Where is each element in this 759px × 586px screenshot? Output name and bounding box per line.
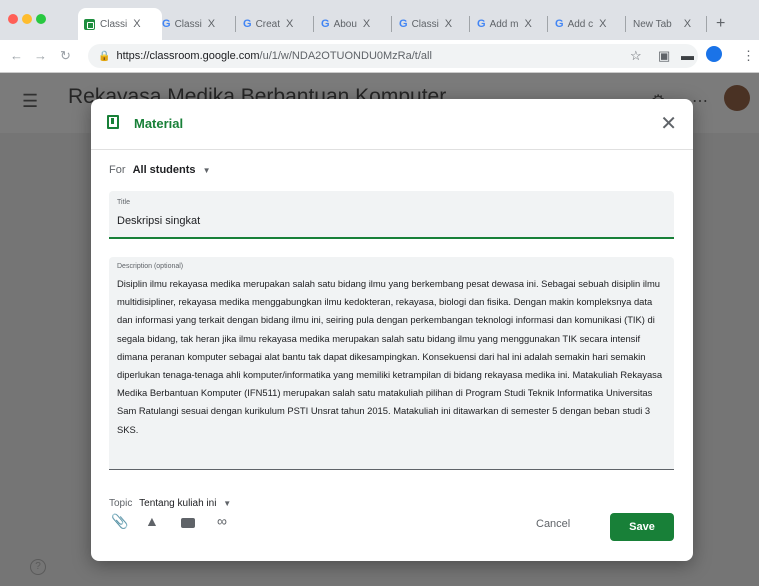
tab-classroom-active[interactable]: Classi X bbox=[78, 8, 162, 40]
apps-icon[interactable]: ⋯ bbox=[692, 91, 708, 111]
dialog-title: Material bbox=[134, 116, 184, 131]
extension-2-icon[interactable]: ▬ bbox=[681, 48, 694, 63]
tab-divider bbox=[706, 16, 707, 32]
description-field-value[interactable]: Disiplin ilmu rekayasa medika merupakan … bbox=[117, 275, 665, 439]
tab-label: Classi bbox=[100, 18, 128, 30]
tab-label: Add c bbox=[567, 18, 594, 30]
tab-close-icon[interactable]: X bbox=[599, 18, 606, 30]
zoom-window-button[interactable] bbox=[36, 14, 46, 24]
url-host: https://classroom.google.com bbox=[116, 50, 260, 62]
tab-add-m[interactable]: G Add m X bbox=[477, 8, 532, 40]
for-label: For bbox=[109, 164, 126, 176]
youtube-icon[interactable] bbox=[181, 518, 195, 528]
tab-close-icon[interactable]: X bbox=[286, 18, 293, 30]
browser-menu-icon[interactable]: ⋮ bbox=[742, 48, 755, 64]
tab-about[interactable]: G Abou X bbox=[321, 8, 370, 40]
reload-icon[interactable]: ↻ bbox=[60, 48, 71, 64]
new-tab-button[interactable]: + bbox=[716, 8, 725, 40]
avatar[interactable] bbox=[724, 85, 750, 111]
google-icon: G bbox=[243, 18, 252, 30]
tab-label: Abou bbox=[333, 18, 357, 30]
topic-label: Topic bbox=[109, 498, 133, 509]
chevron-down-icon: ▼ bbox=[223, 499, 232, 508]
description-field[interactable]: Description (optional) Disiplin ilmu rek… bbox=[109, 257, 674, 470]
topic-selector[interactable]: Topic Tentang kuliah ini ▼ bbox=[109, 498, 231, 509]
tab-label: Add m bbox=[489, 18, 519, 30]
google-icon: G bbox=[399, 18, 408, 30]
extension-icon[interactable]: ▣ bbox=[658, 48, 670, 64]
tab-close-icon[interactable]: X bbox=[684, 18, 691, 30]
google-icon: G bbox=[321, 18, 330, 30]
save-button[interactable]: Save bbox=[610, 513, 674, 541]
classroom-icon bbox=[84, 18, 95, 30]
dialog-header: Material ✕ bbox=[91, 99, 693, 150]
url-bar[interactable]: 🔒 https://classroom.google.com/u/1/w/NDA… bbox=[88, 44, 698, 68]
close-window-button[interactable] bbox=[8, 14, 18, 24]
browser-tab-strip: Classi X G Classi X G Creat X G Abou X G… bbox=[0, 0, 759, 40]
tab-label: New Tab bbox=[633, 18, 672, 30]
attach-icon[interactable]: 📎 bbox=[111, 513, 128, 530]
description-field-label: Description (optional) bbox=[117, 263, 184, 270]
tab-divider bbox=[547, 16, 548, 32]
chevron-down-icon: ▼ bbox=[202, 166, 211, 175]
tab-close-icon[interactable]: X bbox=[524, 18, 531, 30]
title-field[interactable]: Title Deskripsi singkat bbox=[109, 191, 674, 239]
lock-icon: 🔒 bbox=[98, 50, 111, 62]
tab-divider bbox=[625, 16, 626, 32]
tab-divider bbox=[235, 16, 236, 32]
link-icon[interactable]: ∞ bbox=[217, 513, 227, 529]
url-path: /u/1/w/NDA2OTUONDU0MzRa/t/all bbox=[259, 50, 432, 62]
tab-create[interactable]: G Creat X bbox=[243, 8, 293, 40]
tab-close-icon[interactable]: X bbox=[133, 18, 140, 30]
tab-divider bbox=[391, 16, 392, 32]
address-toolbar: ← → ↻ 🔒 https://classroom.google.com/u/1… bbox=[0, 40, 759, 73]
help-icon[interactable]: ? bbox=[30, 559, 46, 575]
account-icon[interactable] bbox=[706, 46, 722, 62]
tab-close-icon[interactable]: X bbox=[445, 18, 452, 30]
tab-divider bbox=[469, 16, 470, 32]
forward-icon[interactable]: → bbox=[34, 48, 47, 63]
audience-selector[interactable]: For All students ▼ bbox=[109, 164, 211, 176]
material-icon bbox=[107, 115, 119, 129]
tab-classroom-2[interactable]: G Classi X bbox=[162, 8, 215, 40]
minimize-window-button[interactable] bbox=[22, 14, 32, 24]
topic-value[interactable]: Tentang kuliah ini bbox=[139, 498, 216, 509]
back-icon[interactable]: ← bbox=[10, 48, 23, 63]
tab-close-icon[interactable]: X bbox=[208, 18, 215, 30]
for-value[interactable]: All students bbox=[133, 164, 196, 176]
tab-label: Classi bbox=[174, 18, 202, 30]
close-icon[interactable]: ✕ bbox=[660, 111, 677, 136]
google-icon: G bbox=[477, 18, 486, 30]
tab-label: Classi bbox=[411, 18, 439, 30]
title-field-label: Title bbox=[117, 199, 130, 206]
material-dialog: Material ✕ For All students ▼ Title Desk… bbox=[91, 99, 693, 561]
menu-icon[interactable]: ☰ bbox=[22, 91, 38, 112]
drive-icon[interactable]: ▲ bbox=[145, 513, 159, 529]
tab-classroom-3[interactable]: G Classi X bbox=[399, 8, 452, 40]
star-icon[interactable]: ☆ bbox=[630, 48, 642, 64]
cancel-button[interactable]: Cancel bbox=[536, 518, 570, 530]
tab-divider bbox=[313, 16, 314, 32]
google-icon: G bbox=[162, 18, 171, 30]
title-field-value[interactable]: Deskripsi singkat bbox=[117, 215, 200, 227]
google-icon: G bbox=[555, 18, 564, 30]
tab-close-icon[interactable]: X bbox=[363, 18, 370, 30]
tab-new-tab[interactable]: New Tab X bbox=[633, 8, 691, 40]
tab-label: Creat bbox=[255, 18, 281, 30]
tab-add-c[interactable]: G Add c X bbox=[555, 8, 606, 40]
